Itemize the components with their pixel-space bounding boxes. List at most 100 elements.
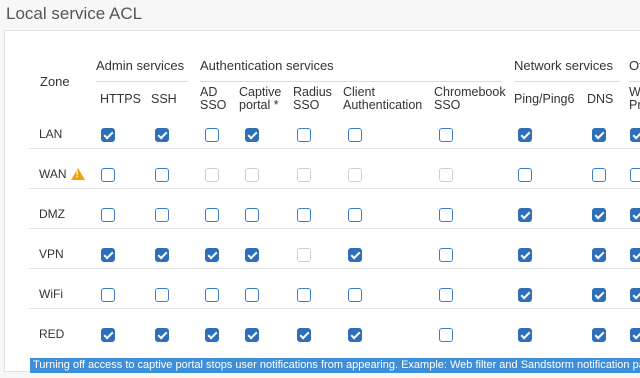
group-underline-auth: [200, 81, 502, 82]
zone-label-red: RED: [39, 327, 64, 341]
checkbox-lan-ad_sso[interactable]: [205, 128, 219, 142]
checkbox-lan-other[interactable]: [630, 128, 640, 142]
checkbox-red-captive[interactable]: [245, 328, 259, 342]
checkbox-wan-dns[interactable]: [592, 168, 606, 182]
checkbox-dmz-dns[interactable]: [592, 208, 606, 222]
group-other-services: Ot: [629, 58, 640, 73]
col-header-captive-portal: Captive portal *: [239, 86, 281, 112]
warning-icon: [70, 168, 85, 180]
checkbox-wifi-radius[interactable]: [297, 288, 311, 302]
checkbox-dmz-chromebook[interactable]: [439, 208, 453, 222]
checkbox-lan-https[interactable]: [101, 128, 115, 142]
checkbox-red-ad_sso[interactable]: [205, 328, 219, 342]
col-header-ad-sso: AD SSO: [200, 86, 226, 112]
zone-name: LAN: [39, 127, 63, 141]
col-header-radius-line2: SSO: [293, 98, 320, 112]
col-header-other-line2: Pr: [629, 98, 640, 112]
col-header-chromebook-sso: Chromebook SSO: [434, 86, 506, 112]
checkbox-vpn-captive[interactable]: [245, 248, 259, 262]
checkbox-lan-chromebook[interactable]: [439, 128, 453, 142]
col-header-ping: Ping/Ping6: [514, 92, 575, 106]
checkbox-wan-ping[interactable]: [518, 168, 532, 182]
row-separator: [29, 308, 640, 309]
checkbox-red-dns[interactable]: [592, 328, 606, 342]
checkbox-dmz-radius[interactable]: [297, 208, 311, 222]
zone-name: VPN: [39, 247, 64, 261]
checkbox-vpn-chromebook[interactable]: [439, 248, 453, 262]
zone-label-vpn: VPN: [39, 247, 64, 261]
checkbox-lan-client_auth[interactable]: [348, 128, 362, 142]
checkbox-dmz-captive[interactable]: [245, 208, 259, 222]
checkbox-vpn-ad_sso[interactable]: [205, 248, 219, 262]
checkbox-red-ping[interactable]: [518, 328, 532, 342]
checkbox-dmz-other[interactable]: [630, 208, 640, 222]
col-header-client-line2: Authentication: [343, 98, 423, 112]
group-underline-other: [629, 81, 640, 82]
group-underline-admin: [96, 81, 188, 82]
checkbox-wifi-ssh[interactable]: [155, 288, 169, 302]
col-header-radius-sso: Radius SSO: [293, 86, 332, 112]
checkbox-wifi-ad_sso[interactable]: [205, 288, 219, 302]
checkbox-dmz-ssh[interactable]: [155, 208, 169, 222]
checkbox-wifi-ping[interactable]: [518, 288, 532, 302]
checkbox-lan-captive[interactable]: [245, 128, 259, 142]
checkbox-vpn-https[interactable]: [101, 248, 115, 262]
checkbox-lan-ssh[interactable]: [155, 128, 169, 142]
checkbox-vpn-ping[interactable]: [518, 248, 532, 262]
acl-table-panel: Zone Admin services Authentication servi…: [4, 30, 640, 372]
row-separator: [29, 228, 640, 229]
checkbox-wifi-chromebook[interactable]: [439, 288, 453, 302]
zone-label-wan: WAN: [39, 167, 85, 181]
checkbox-dmz-https[interactable]: [101, 208, 115, 222]
checkbox-wan-ad_sso: [205, 168, 219, 182]
checkbox-wan-captive: [245, 168, 259, 182]
col-header-ad-sso-line2: SSO: [200, 98, 227, 112]
zone-name: RED: [39, 327, 65, 341]
checkbox-red-client_auth[interactable]: [348, 328, 362, 342]
checkbox-red-radius[interactable]: [297, 328, 311, 342]
checkbox-dmz-ad_sso[interactable]: [205, 208, 219, 222]
checkbox-wan-chromebook: [439, 168, 453, 182]
checkbox-vpn-dns[interactable]: [592, 248, 606, 262]
zone-name: WiFi: [39, 287, 63, 301]
checkbox-lan-dns[interactable]: [592, 128, 606, 142]
captive-portal-note: Turning off access to captive portal sto…: [30, 358, 640, 373]
checkbox-wan-https[interactable]: [101, 168, 115, 182]
group-admin-services: Admin services: [96, 58, 185, 73]
page-title: Local service ACL: [6, 4, 143, 23]
row-separator: [29, 268, 640, 269]
checkbox-red-other[interactable]: [630, 328, 640, 342]
col-header-chromebook-line2: SSO: [434, 98, 461, 112]
checkbox-wan-client_auth: [348, 168, 362, 182]
checkbox-wan-other[interactable]: [630, 168, 640, 182]
checkbox-dmz-ping[interactable]: [518, 208, 532, 222]
group-network-services: Network services: [514, 58, 613, 73]
checkbox-wifi-dns[interactable]: [592, 288, 606, 302]
zone-label-lan: LAN: [39, 127, 62, 141]
checkbox-wifi-captive[interactable]: [245, 288, 259, 302]
checkbox-wan-ssh[interactable]: [155, 168, 169, 182]
row-separator: [29, 148, 640, 149]
checkbox-lan-ping[interactable]: [518, 128, 532, 142]
checkbox-vpn-client_auth[interactable]: [348, 248, 362, 262]
checkbox-red-chromebook[interactable]: [439, 328, 453, 342]
col-header-dns: DNS: [587, 92, 614, 106]
checkbox-wan-radius: [297, 168, 311, 182]
checkbox-red-ssh[interactable]: [155, 328, 169, 342]
checkbox-lan-radius[interactable]: [297, 128, 311, 142]
checkbox-red-https[interactable]: [101, 328, 115, 342]
checkbox-wifi-client_auth[interactable]: [348, 288, 362, 302]
zone-label-wifi: WiFi: [39, 287, 63, 301]
group-authentication-services: Authentication services: [200, 58, 334, 73]
col-header-https: HTTPS: [100, 92, 141, 106]
checkbox-vpn-other[interactable]: [630, 248, 640, 262]
checkbox-vpn-ssh[interactable]: [155, 248, 169, 262]
checkbox-dmz-client_auth[interactable]: [348, 208, 362, 222]
col-header-captive-line2: portal *: [239, 98, 279, 112]
col-header-other: W Pr: [629, 86, 640, 112]
row-separator: [29, 188, 640, 189]
checkbox-wifi-https[interactable]: [101, 288, 115, 302]
group-underline-network: [514, 81, 620, 82]
checkbox-wifi-other[interactable]: [630, 288, 640, 302]
col-header-client-authentication: Client Authentication: [343, 86, 422, 112]
